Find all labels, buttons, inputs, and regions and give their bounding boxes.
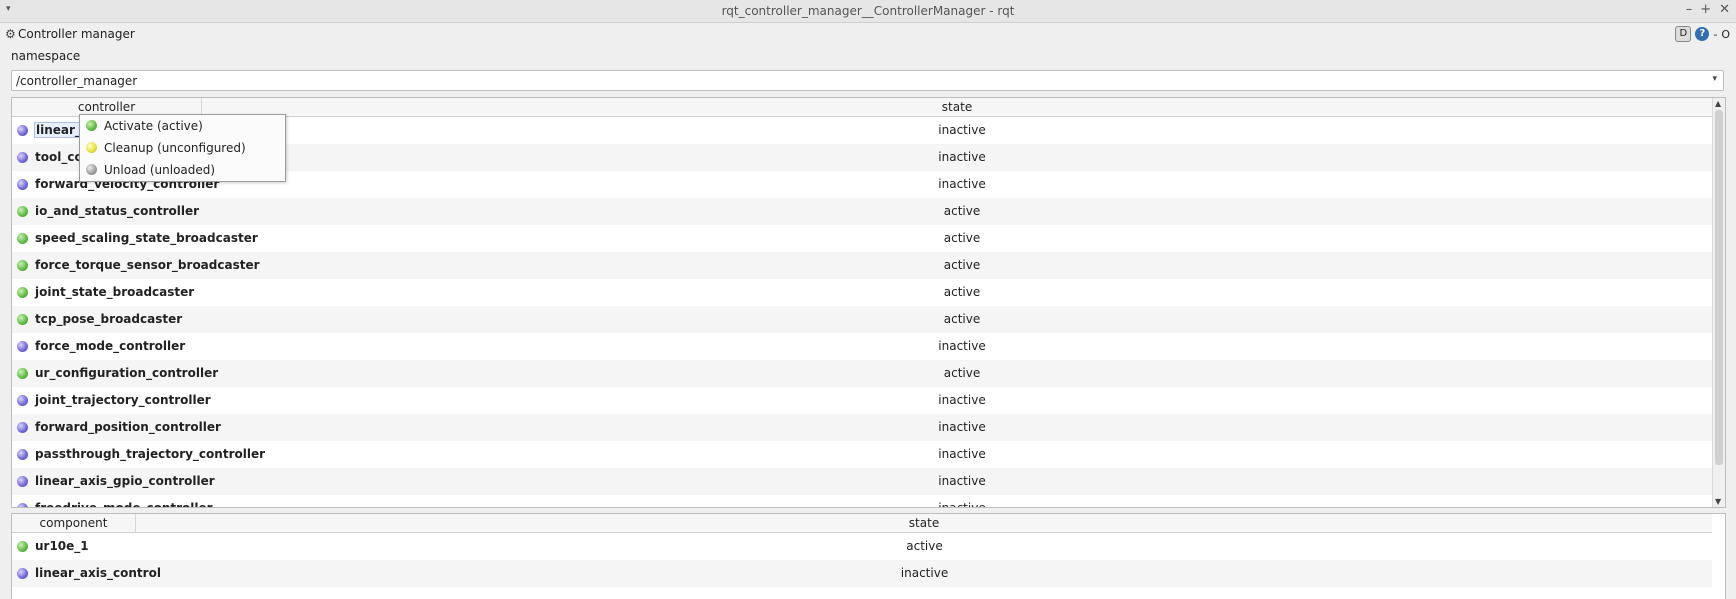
status-led-icon	[17, 233, 28, 244]
close-button[interactable]: ✕	[1719, 2, 1730, 17]
status-led-icon	[17, 368, 28, 379]
table-row[interactable]: joint_state_broadcaster active	[12, 279, 1712, 306]
status-led-icon	[17, 179, 28, 190]
context-menu-item[interactable]: Cleanup (unconfigured)	[80, 137, 285, 159]
scroll-up-arrow-icon[interactable]: ▲	[1715, 99, 1721, 108]
controller-state: active	[943, 204, 981, 218]
table-row[interactable]: freedrive_mode_controller inactive	[12, 495, 1712, 508]
component-name: ur10e_1	[35, 539, 89, 553]
status-led-icon	[17, 568, 28, 579]
plugin-title: Controller manager	[18, 27, 135, 41]
controller-name: freedrive_mode_controller	[35, 501, 213, 508]
component-state: inactive	[900, 566, 949, 580]
scroll-down-arrow-icon[interactable]: ▼	[1715, 497, 1721, 506]
status-led-icon	[17, 152, 28, 163]
context-menu-item-label: Activate (active)	[104, 119, 203, 133]
gear-icon: ⚙	[5, 27, 16, 41]
controller-state: inactive	[938, 447, 986, 461]
status-led-icon	[17, 341, 28, 352]
status-led-icon	[17, 314, 28, 325]
status-led-icon	[17, 449, 28, 460]
controller-state: inactive	[938, 474, 986, 488]
status-led-icon	[86, 142, 97, 153]
status-led-icon	[17, 395, 28, 406]
table-row[interactable]: force_mode_controller inactive	[12, 333, 1712, 360]
table-row[interactable]: tcp_pose_broadcaster active	[12, 306, 1712, 333]
controller-name: forward_position_controller	[35, 420, 221, 434]
status-led-icon	[17, 125, 28, 136]
status-led-icon	[17, 260, 28, 271]
chevron-down-icon[interactable]: ▾	[1712, 74, 1717, 84]
controller-state: active	[943, 285, 981, 299]
status-led-icon	[17, 206, 28, 217]
status-led-icon	[17, 422, 28, 433]
scrollbar-thumb[interactable]	[1715, 110, 1723, 465]
controller-name: force_mode_controller	[35, 339, 186, 353]
controller-state: inactive	[938, 123, 986, 137]
namespace-value: /controller_manager	[16, 74, 138, 88]
status-led-icon	[86, 164, 97, 175]
plugin-close-button[interactable]: O	[1721, 28, 1730, 41]
plugin-header: ⚙ Controller manager D ? - O	[0, 24, 1736, 44]
context-menu-item-label: Cleanup (unconfigured)	[104, 141, 246, 155]
maximize-button[interactable]: +	[1700, 2, 1711, 17]
status-led-icon	[86, 120, 97, 131]
table-row[interactable]: linear_axis_control inactive	[12, 560, 1712, 587]
table-row[interactable]: ur_configuration_controller active	[12, 360, 1712, 387]
table-row[interactable]: linear_axis_gpio_controller inactive	[12, 468, 1712, 495]
context-menu-item-label: Unload (unloaded)	[104, 163, 216, 177]
window-title: rqt_controller_manager__ControllerManage…	[721, 4, 1015, 18]
controller-state: active	[943, 231, 981, 245]
controller-name: io_and_status_controller	[35, 204, 200, 218]
dock-button[interactable]: D	[1675, 26, 1692, 42]
controller-state: active	[943, 258, 981, 272]
context-menu-item[interactable]: Activate (active)	[80, 115, 285, 137]
component-table: component state ur10e_1 active linear_axis…	[11, 513, 1726, 599]
minimize-button[interactable]: –	[1686, 2, 1693, 17]
help-icon[interactable]: ?	[1695, 27, 1710, 41]
status-led-icon	[17, 541, 28, 552]
controller-table-scrollbar[interactable]: ▲ ▼	[1712, 98, 1725, 507]
window-titlebar: ▾ rqt_controller_manager__ControllerMana…	[0, 0, 1736, 23]
controller-state: active	[943, 312, 981, 326]
table-row[interactable]: ur10e_1 active	[12, 533, 1712, 560]
plugin-header-controls: D ? - O	[1675, 26, 1730, 42]
controller-state: inactive	[938, 177, 986, 191]
controller-name: ur_configuration_controller	[35, 366, 219, 380]
controller-state: inactive	[938, 393, 986, 407]
controller-state: inactive	[938, 501, 986, 508]
controller-state: active	[943, 366, 981, 380]
controller-state: inactive	[938, 339, 986, 353]
column-header-component[interactable]: component	[12, 514, 136, 532]
controller-state: inactive	[938, 420, 986, 434]
table-row[interactable]: io_and_status_controller active	[12, 198, 1712, 225]
column-header-component-state[interactable]: state	[136, 514, 1712, 532]
component-table-header: component state	[12, 514, 1712, 533]
controller-name: linear_axis_gpio_controller	[35, 474, 215, 488]
context-menu-item[interactable]: Unload (unloaded)	[80, 159, 285, 181]
table-row[interactable]: speed_scaling_state_broadcaster active	[12, 225, 1712, 252]
status-led-icon	[17, 503, 28, 507]
namespace-label: namespace	[11, 49, 81, 63]
plugin-minimize-button[interactable]: -	[1713, 28, 1717, 41]
status-led-icon	[17, 476, 28, 487]
column-header-state[interactable]: state	[202, 98, 1712, 116]
window-controls: – + ✕	[1686, 2, 1730, 17]
controller-name: joint_trajectory_controller	[35, 393, 211, 407]
component-rows: ur10e_1 active linear_axis_control inactive	[12, 533, 1712, 587]
namespace-select[interactable]: /controller_manager ▾	[11, 70, 1724, 91]
table-row[interactable]: forward_position_controller inactive	[12, 414, 1712, 441]
controller-name: joint_state_broadcaster	[35, 285, 195, 299]
table-row[interactable]: joint_trajectory_controller inactive	[12, 387, 1712, 414]
controller-context-menu: Activate (active) Cleanup (unconfigured) U…	[79, 114, 286, 182]
table-row[interactable]: passthrough_trajectory_controller inactiv…	[12, 441, 1712, 468]
table-row[interactable]: force_torque_sensor_broadcaster active	[12, 252, 1712, 279]
controller-state: inactive	[938, 150, 986, 164]
status-led-icon	[17, 287, 28, 298]
controller-name: tcp_pose_broadcaster	[35, 312, 183, 326]
component-state: active	[906, 539, 943, 553]
